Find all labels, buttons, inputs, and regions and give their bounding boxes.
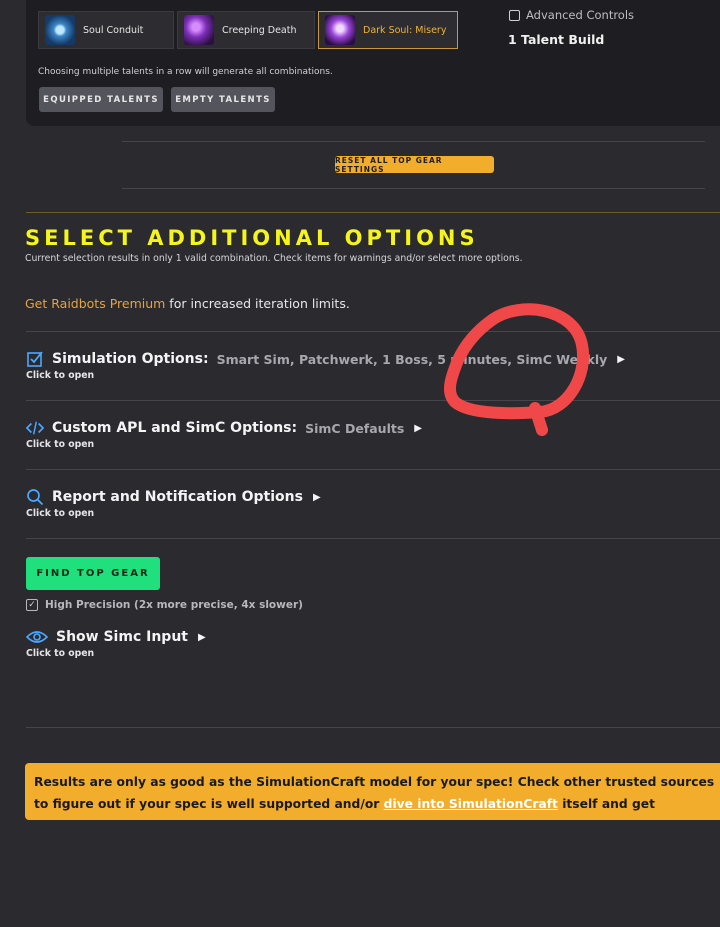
divider (26, 469, 720, 470)
section-subtitle: Current selection results in only 1 vali… (25, 253, 523, 264)
show-simc-title: Show Simc Input (56, 629, 188, 645)
report-notification-options-panel[interactable]: Report and Notification Options ▶ Click … (26, 488, 720, 519)
divider (26, 331, 720, 332)
talent-creeping-death[interactable]: Creeping Death (177, 11, 315, 49)
advanced-controls-checkbox[interactable] (509, 9, 520, 21)
simulation-options-title: Simulation Options: (52, 351, 209, 367)
high-precision-label: High Precision (2x more precise, 4x slow… (45, 599, 303, 611)
custom-apl-options-panel[interactable]: Custom APL and SimC Options: SimC Defaul… (26, 419, 720, 450)
high-precision-checkbox[interactable]: ✓ (26, 599, 38, 611)
caret-right-icon: ▶ (312, 491, 321, 503)
talent-label: Creeping Death (222, 24, 297, 36)
simc-warning-banner: Results are only as good as the Simulati… (25, 763, 720, 820)
eye-icon (26, 631, 48, 643)
caret-right-icon: ▶ (617, 353, 625, 365)
talent-panel: Soul Conduit Creeping Death Dark Soul: M… (26, 0, 720, 126)
simulationcraft-link[interactable]: dive into SimulationCraft (384, 797, 558, 811)
report-options-title: Report and Notification Options (52, 489, 303, 505)
caret-right-icon: ▶ (414, 422, 422, 434)
divider (122, 188, 705, 189)
advanced-controls-label: Advanced Controls (526, 8, 635, 22)
empty-talents-button[interactable]: EMPTY TALENTS (171, 87, 275, 112)
talent-soul-conduit[interactable]: Soul Conduit (38, 11, 174, 49)
search-icon (27, 489, 44, 506)
advanced-controls-toggle[interactable]: Advanced Controls (509, 8, 634, 22)
talent-build-count: 1 Talent Build (508, 32, 605, 47)
equipped-talents-button[interactable]: EQUIPPED TALENTS (39, 87, 163, 112)
divider (26, 400, 720, 401)
red-circle-annotation (443, 303, 590, 436)
dark-soul-misery-icon (325, 15, 355, 45)
find-top-gear-button[interactable]: FIND TOP GEAR (26, 557, 160, 590)
section-divider (26, 212, 720, 213)
premium-link[interactable]: Get Raidbots Premium (25, 296, 165, 311)
premium-notice: Get Raidbots Premium for increased itera… (25, 296, 350, 311)
divider (26, 538, 720, 539)
click-to-open-hint: Click to open (26, 439, 95, 450)
custom-apl-value: SimC Defaults (305, 420, 405, 436)
divider (122, 141, 705, 142)
simulation-options-panel[interactable]: Simulation Options: Smart Sim, Patchwerk… (26, 350, 720, 381)
talent-dark-soul-misery[interactable]: Dark Soul: Misery (318, 11, 458, 49)
code-icon (26, 421, 44, 435)
high-precision-toggle[interactable]: ✓ High Precision (2x more precise, 4x sl… (26, 599, 303, 611)
talent-label: Soul Conduit (83, 24, 144, 36)
soul-conduit-icon (45, 15, 75, 45)
checkbox-icon (27, 351, 43, 367)
reset-top-gear-button[interactable]: RESET ALL TOP GEAR SETTINGS (335, 156, 494, 174)
talent-row: Soul Conduit Creeping Death Dark Soul: M… (38, 11, 458, 49)
creeping-death-icon (184, 15, 214, 45)
premium-text: for increased iteration limits. (165, 296, 350, 311)
show-simc-input-panel[interactable]: Show Simc Input ▶ Click to open (26, 628, 720, 659)
click-to-open-hint: Click to open (26, 370, 95, 381)
caret-right-icon: ▶ (197, 631, 206, 643)
custom-apl-title: Custom APL and SimC Options: (52, 420, 298, 436)
click-to-open-hint: Click to open (26, 648, 95, 659)
talent-label: Dark Soul: Misery (363, 24, 447, 36)
click-to-open-hint: Click to open (26, 508, 95, 519)
talent-hint: Choosing multiple talents in a row will … (38, 67, 333, 77)
section-title: SELECT ADDITIONAL OPTIONS (25, 226, 479, 250)
divider (26, 727, 720, 728)
